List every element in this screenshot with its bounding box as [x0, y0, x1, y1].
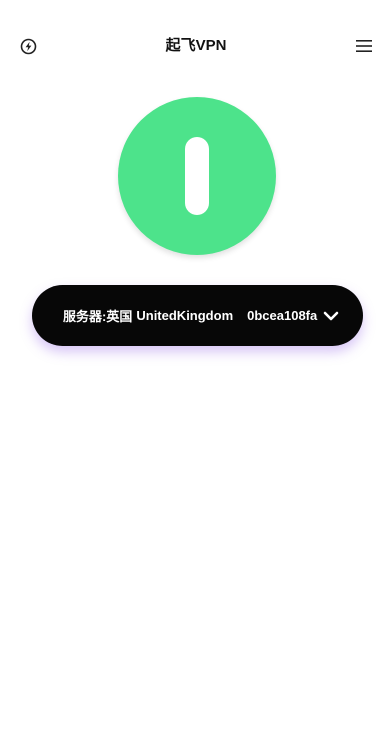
connect-button[interactable] [118, 97, 276, 255]
top-bar: 起飞VPN [0, 26, 392, 66]
chevron-down-icon[interactable] [323, 310, 339, 322]
app-screen: 起飞VPN 服务器: 英国 UnitedKingdom 0bcea108fa [0, 0, 392, 756]
server-id: 0bcea108fa [247, 308, 318, 323]
server-country: 英国 [106, 309, 133, 324]
power-toggle-icon [185, 137, 209, 215]
app-title: 起飞VPN [165, 37, 227, 54]
server-label: 服务器: [63, 309, 107, 324]
server-name: UnitedKingdom [136, 308, 234, 323]
menu-icon[interactable] [354, 36, 374, 56]
connect-button-area [118, 97, 276, 255]
server-selector[interactable]: 服务器: 英国 UnitedKingdom 0bcea108fa [32, 285, 363, 346]
